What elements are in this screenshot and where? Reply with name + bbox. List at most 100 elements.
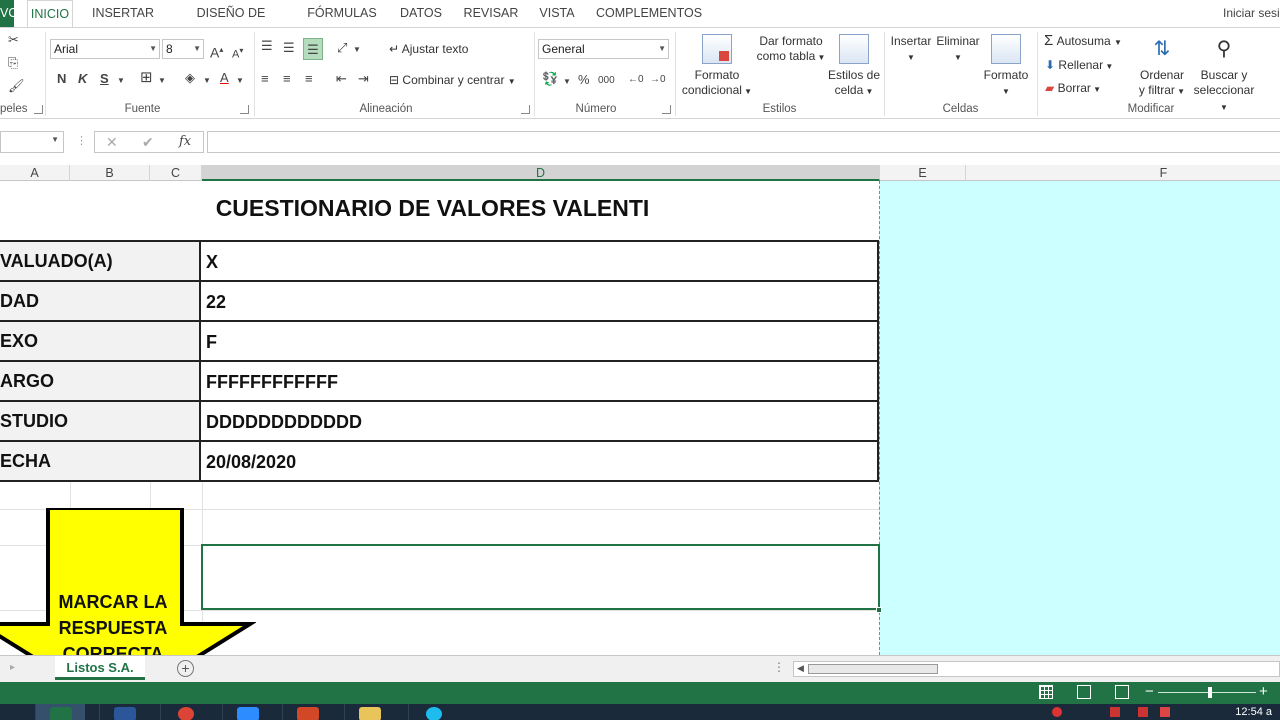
taskbar-powerpoint[interactable] [282,704,332,720]
align-top-icon[interactable]: ☰ [261,38,273,54]
enter-icon[interactable]: ✔ [142,134,154,151]
taskbar-explorer[interactable] [344,704,394,720]
align-left-icon[interactable]: ≡ [261,71,269,87]
format-as-table-button[interactable]: Dar formato como tabla ▼ [755,34,1280,689]
zoom-slider-thumb[interactable] [1208,687,1212,698]
tab-vista[interactable]: VISTA [536,0,578,27]
align-right-icon[interactable]: ≡ [305,71,313,87]
scroll-left-icon[interactable]: ◀ [797,663,804,674]
delete-cells-button[interactable]: Eliminar ▼ [935,34,1280,689]
align-center-icon[interactable]: ≡ [283,71,291,87]
percent-button[interactable]: % [578,72,590,88]
normal-view-icon[interactable] [1039,685,1053,699]
align-middle-icon[interactable]: ☰ [283,40,295,56]
format-painter-icon[interactable]: 🖌 [8,78,25,94]
row-value[interactable]: 20/08/2020 [206,442,296,482]
chevron-down-icon[interactable]: ▼ [236,73,244,89]
signin-link[interactable]: Iniciar sesi [1223,0,1280,27]
column-header-d[interactable]: D [202,165,880,181]
fill-handle[interactable] [876,607,882,613]
column-header-b[interactable]: B [70,165,150,181]
page-break-view-icon[interactable] [1115,685,1129,699]
row-label[interactable]: ARGO [0,362,201,400]
merge-center-button[interactable]: ⊟ Combinar y centrar ▼ [389,72,516,90]
tray-icon[interactable] [1138,707,1148,717]
formula-input[interactable] [207,131,1280,153]
number-format-select[interactable]: General ▼ [538,39,669,59]
column-header-f[interactable]: F [966,165,1280,181]
font-launcher-icon[interactable] [240,105,249,114]
chevron-down-icon[interactable]: ▼ [117,73,125,89]
scrollbar-thumb[interactable] [808,664,938,674]
wrap-text-button[interactable]: ↵ Ajustar texto [389,41,468,57]
tab-diseno-pagina[interactable]: DISEÑO DE PÁGINA [172,0,290,47]
row-value[interactable]: F [206,322,217,362]
taskbar-chrome[interactable] [160,704,210,720]
font-name-select[interactable]: Arial ▼ [50,39,160,59]
add-sheet-button[interactable]: + [177,660,194,677]
decrease-decimal-icon[interactable]: →0 [650,72,666,88]
orientation-icon[interactable]: ⤢ [337,40,347,56]
decrease-indent-icon[interactable]: ⇤ [336,71,347,87]
fill-button[interactable]: ⬇ Rellenar ▼ [1045,57,1113,75]
chevron-down-icon[interactable]: ▼ [563,74,571,90]
row-label[interactable]: VALUADO(A) [0,242,201,280]
column-header-c[interactable]: C [150,165,202,181]
chevron-right-icon[interactable]: ▸ [10,662,15,673]
row-label[interactable]: DAD [0,282,201,320]
row-value[interactable]: DDDDDDDDDDDD [206,402,362,442]
taskbar-ie[interactable] [408,704,458,720]
taskbar-clock[interactable]: 12:54 a [1235,706,1272,718]
column-header-a[interactable]: A [0,165,70,181]
chevron-down-icon[interactable]: ▼ [158,73,166,89]
tab-formulas[interactable]: FÓRMULAS [305,0,379,27]
alignment-launcher-icon[interactable] [521,105,530,114]
taskbar-app[interactable] [222,704,272,720]
selected-cell[interactable] [201,544,880,610]
cell-styles-button[interactable]: Estilos de celda ▼ [827,34,881,99]
align-bottom-icon[interactable]: ☰ [303,38,323,60]
row-value[interactable]: FFFFFFFFFFFF [206,362,338,402]
tab-datos[interactable]: DATOS [396,0,446,27]
borders-icon[interactable]: ⊞ [140,70,153,86]
row-label[interactable]: EXO [0,322,201,360]
font-size-select[interactable]: 8 ▼ [162,39,204,59]
chevron-down-icon[interactable]: ▼ [203,73,211,89]
zoom-out-button[interactable]: − [1145,683,1154,700]
tray-icon[interactable] [1110,707,1120,717]
number-launcher-icon[interactable] [662,105,671,114]
underline-button[interactable]: S [100,71,109,87]
clear-button[interactable]: ▰ Borrar ▼ [1045,80,1101,98]
tray-icon[interactable] [1052,707,1062,717]
zoom-in-button[interactable]: + [1259,683,1268,700]
fill-color-icon[interactable]: ◈ [185,70,195,86]
grow-font-icon[interactable]: A▴ [210,42,223,61]
horizontal-scrollbar[interactable]: ◀ [793,661,1280,677]
copy-icon[interactable]: ⎘ [8,55,18,71]
taskbar-excel[interactable] [35,704,85,720]
tab-splitter-icon[interactable]: ⋮ [773,660,785,674]
insert-cells-button[interactable]: Insertar ▼ [888,34,1280,689]
tab-inicio[interactable]: INICIO [27,0,73,28]
tab-insertar[interactable]: INSERTAR [88,0,158,27]
sort-filter-button[interactable]: ⇅ Ordenar y filtrar ▼ [1136,34,1188,99]
cut-icon[interactable]: ✂ [8,32,19,48]
row-value[interactable]: 22 [206,282,226,322]
chevron-down-icon[interactable]: ▼ [353,42,361,58]
insert-function-button[interactable]: fx [179,134,191,149]
italic-button[interactable]: K [78,71,87,87]
sheet-tab-listos[interactable]: Listos S.A. [55,656,145,680]
thousands-button[interactable]: 000 [598,73,615,89]
tab-file[interactable]: VO [0,0,18,27]
tab-revisar[interactable]: REVISAR [463,0,519,27]
taskbar-word[interactable] [99,704,149,720]
bold-button[interactable]: N [57,71,66,87]
row-label[interactable]: STUDIO [0,402,201,440]
currency-icon[interactable]: 💱 [542,71,558,87]
tab-complementos[interactable]: COMPLEMENTOS [596,0,702,27]
zoom-slider[interactable] [1158,692,1256,693]
increase-decimal-icon[interactable]: ←0 [628,72,644,88]
font-color-icon[interactable]: A [220,70,229,86]
format-cells-button[interactable]: Formato ▼ [982,34,1030,99]
row-label[interactable]: ECHA [0,442,201,480]
